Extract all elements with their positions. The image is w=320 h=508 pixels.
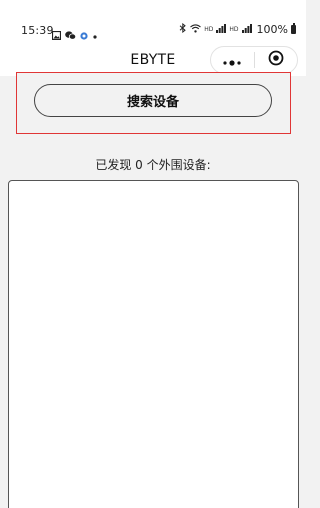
signal-icon xyxy=(241,23,252,36)
device-list[interactable] xyxy=(8,180,299,508)
status-time: 15:39 xyxy=(21,24,54,37)
more-dots-icon xyxy=(222,51,242,70)
found-devices-label: 已发现 0 个外围设备: xyxy=(95,158,211,172)
screen: 15:39 HD HD 100% EBYTE 搜索设备 已发现 0 个外围设备: xyxy=(0,0,306,508)
signal-icon xyxy=(216,23,227,36)
status-bar: 15:39 HD HD 100% xyxy=(0,0,306,41)
wifi-icon xyxy=(190,23,202,36)
network-label-2: HD xyxy=(229,26,239,33)
bluetooth-icon xyxy=(179,22,187,36)
battery-percent: 100% xyxy=(256,23,288,36)
target-close-icon xyxy=(268,50,284,70)
search-area-highlight: 搜索设备 xyxy=(16,72,291,134)
more-button[interactable] xyxy=(211,47,254,73)
nav-bar: EBYTE xyxy=(0,40,306,76)
battery-icon xyxy=(291,23,296,34)
close-button[interactable] xyxy=(254,47,297,73)
status-right: HD HD 100% xyxy=(179,22,296,36)
mini-program-capsule xyxy=(210,46,298,74)
network-label-1: HD xyxy=(204,26,214,33)
search-devices-button[interactable]: 搜索设备 xyxy=(34,84,272,117)
